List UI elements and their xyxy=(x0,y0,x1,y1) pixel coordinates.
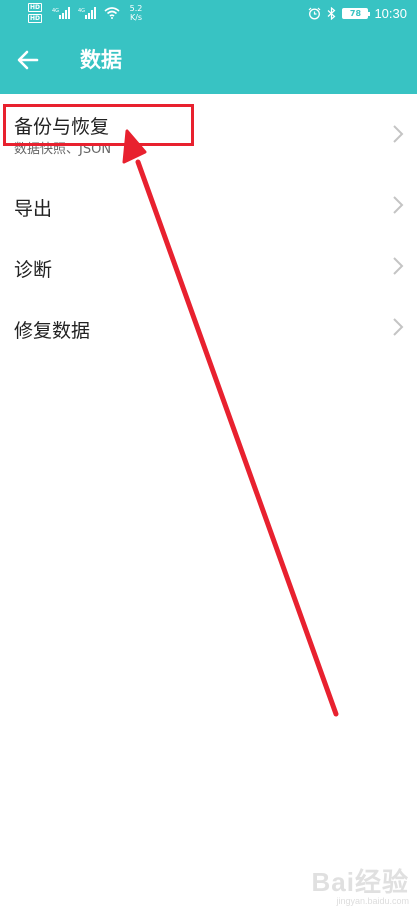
watermark-logo: Bai经验 xyxy=(311,867,409,897)
network-speed: 5.2 K/s xyxy=(126,4,146,22)
net-label: 4G xyxy=(52,8,59,14)
menu-item-repair-data[interactable]: 修复数据 xyxy=(0,296,417,357)
status-bar-right: 78 10:30 xyxy=(308,3,407,23)
chevron-right-icon xyxy=(393,196,404,214)
status-bar: HD HD 4G 4G 5.2 K/s 78 10:30 xyxy=(0,0,417,26)
baidu-watermark: Bai经验 jingyan.baidu.com xyxy=(312,868,409,906)
menu-item-title: 导出 xyxy=(14,198,53,220)
watermark-site: jingyan.baidu.com xyxy=(336,896,409,906)
app-bar: 数据 xyxy=(0,26,417,94)
back-button[interactable] xyxy=(12,46,44,74)
net-label: 4G xyxy=(78,8,85,14)
status-bar-left: HD HD 4G 4G 5.2 K/s xyxy=(28,2,146,24)
alarm-icon xyxy=(308,7,321,20)
chevron-right-icon xyxy=(393,125,404,143)
hd-badge: HD xyxy=(28,14,43,23)
menu-item-diagnose[interactable]: 诊断 xyxy=(0,235,417,296)
chevron-right-icon xyxy=(393,318,404,336)
hd-badges: HD HD xyxy=(28,3,43,23)
speed-unit: K/s xyxy=(129,13,143,22)
settings-list: 备份与恢复 数据快照、JSON 导出 诊断 修复数据 xyxy=(0,94,417,357)
chevron-right-icon xyxy=(393,257,404,275)
menu-item-subtitle: 数据快照、JSON xyxy=(14,142,112,157)
menu-item-title: 备份与恢复 xyxy=(14,116,110,138)
battery-indicator: 78 xyxy=(342,7,371,19)
page-title: 数据 xyxy=(80,48,122,72)
battery-level: 78 xyxy=(349,8,362,18)
signal-icon: 4G xyxy=(52,7,71,19)
wifi-icon xyxy=(104,7,120,19)
menu-item-backup-restore[interactable]: 备份与恢复 数据快照、JSON xyxy=(0,94,417,174)
status-time: 10:30 xyxy=(374,5,407,21)
menu-item-title: 诊断 xyxy=(14,259,53,281)
bluetooth-icon xyxy=(327,6,336,20)
menu-item-export[interactable]: 导出 xyxy=(0,174,417,235)
signal-icon: 4G xyxy=(78,7,97,19)
hd-badge: HD xyxy=(28,3,43,12)
menu-item-title: 修复数据 xyxy=(14,320,91,342)
speed-value: 5.2 xyxy=(129,4,143,13)
arrow-left-icon xyxy=(17,50,39,70)
